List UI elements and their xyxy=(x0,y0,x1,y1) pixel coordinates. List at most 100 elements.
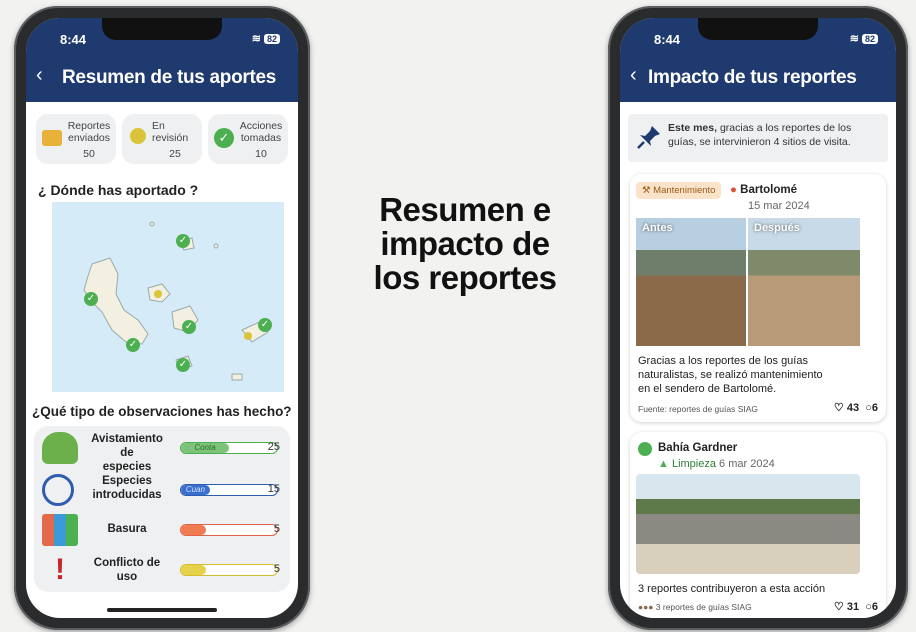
check-marker-icon[interactable]: ✓ xyxy=(258,318,272,332)
obs-bar xyxy=(180,524,278,536)
stats-row: Reportes enviados 50 En revisión 25 ✓ Acci… xyxy=(36,114,288,164)
back-icon[interactable]: ‹ xyxy=(36,64,43,87)
obs-bar: Conta xyxy=(180,442,278,454)
right-screen: 8:44 ≋ 82 ‹ Impacto de tus reportes Este … xyxy=(620,18,896,618)
observations-panel: Avistamiento de especies Conta 25 Especie… xyxy=(34,426,290,592)
reactions: ♡ 31 ○6 xyxy=(834,600,878,613)
obs-count: 25 xyxy=(267,441,280,453)
stat-review: En revisión 25 xyxy=(122,114,202,164)
location-label: Bartolomé xyxy=(740,184,798,196)
comment-icon[interactable]: ○ xyxy=(865,402,872,414)
obs-row[interactable]: Avistamiento de especies Conta 25 xyxy=(34,428,290,473)
where-title: ¿ Dónde has aportado ? xyxy=(38,182,199,198)
obs-row[interactable]: ! Conflicto de uso 5 xyxy=(34,550,290,590)
species-cycle-icon xyxy=(42,474,74,506)
headline-line: impacto de xyxy=(380,225,550,262)
notch xyxy=(102,18,222,40)
notch xyxy=(698,18,818,40)
comment-count: 6 xyxy=(871,402,878,414)
status-time: 8:44 xyxy=(60,32,87,47)
left-phone: 8:44 ≋ 82 ‹ Resumen de tus aportes Report… xyxy=(14,6,310,630)
wifi-icon: ≋ xyxy=(251,33,261,45)
check-marker-icon[interactable]: ✓ xyxy=(126,338,140,352)
source-text: Fuente: reportes de guías SIAG xyxy=(638,404,759,414)
page-title: Resumen de tus aportes xyxy=(62,67,277,88)
comment-icon[interactable]: ○ xyxy=(865,601,872,613)
obs-bar-fill xyxy=(181,525,206,535)
category-chip[interactable]: ⚒ Mantenimiento xyxy=(636,182,722,199)
status-icons: ≋ 82 xyxy=(850,32,878,45)
stat-reports: Reportes enviados 50 xyxy=(36,114,116,164)
headline-line: Resumen e xyxy=(379,191,551,228)
card-text-line: naturalistas, se realizó mantenimiento xyxy=(638,369,823,381)
back-icon[interactable]: ‹ xyxy=(630,64,637,87)
before-photo[interactable]: Antes xyxy=(636,218,746,346)
wifi-icon: ≋ xyxy=(849,33,859,45)
check-marker-icon[interactable]: ✓ xyxy=(176,358,190,372)
obs-bar-fill xyxy=(181,565,206,575)
headline-line: los reportes xyxy=(373,259,557,296)
stat-label: enviados xyxy=(67,132,111,144)
heart-icon[interactable]: ♡ xyxy=(834,402,844,414)
obs-row[interactable]: Basura 5 xyxy=(34,510,290,550)
impact-card[interactable]: Bahía Gardner ▲ Limpieza 6 mar 2024 3 re… xyxy=(630,432,886,618)
briefcase-icon xyxy=(42,130,62,146)
impact-card[interactable]: ⚒ Mantenimiento ● Bartolomé 15 mar 2024 … xyxy=(630,174,886,422)
stat-value: 50 xyxy=(83,148,95,160)
islands-map[interactable]: ✓ ✓ ✓ ✓ ✓ ✓ xyxy=(52,202,284,392)
card-date: 6 mar 2024 xyxy=(719,458,775,470)
like-count: 43 xyxy=(846,402,860,414)
leaf-icon xyxy=(638,442,652,456)
stat-label: En xyxy=(152,120,165,132)
stat-label: revisión xyxy=(152,132,189,144)
location-name: ● Bartolomé xyxy=(730,184,797,196)
obs-bar-fill: Cuan xyxy=(181,485,210,495)
note-text: gracias a los reportes de los xyxy=(717,122,852,134)
avatar-group-icon: ●●● xyxy=(638,602,654,612)
status-icons: ≋ 82 xyxy=(252,32,280,45)
obs-bar: Cuan xyxy=(180,484,278,496)
observations-title: ¿Qué tipo de observaciones has hecho? xyxy=(32,404,292,419)
left-screen: 8:44 ≋ 82 ‹ Resumen de tus aportes Report… xyxy=(26,18,298,618)
after-photo[interactable]: Después xyxy=(748,218,860,346)
stat-label: Acciones xyxy=(239,120,283,132)
check-marker-icon[interactable]: ✓ xyxy=(182,320,196,334)
card-text-line: Gracias a los reportes de los guías xyxy=(638,355,808,367)
obs-count: 5 xyxy=(273,563,280,575)
cleanup-photo[interactable] xyxy=(636,474,860,574)
trash-bins-icon xyxy=(42,514,78,546)
warning-icon: ! xyxy=(55,553,65,586)
right-phone: 8:44 ≋ 82 ‹ Impacto de tus reportes Este … xyxy=(608,6,908,630)
pushpin-icon xyxy=(636,124,662,150)
obs-label: Conflicto de xyxy=(93,557,161,569)
monthly-note: Este mes, gracias a los reportes de los g… xyxy=(628,114,888,162)
check-marker-icon[interactable]: ✓ xyxy=(84,292,98,306)
card-text-line: en el sendero de Bartolomé. xyxy=(638,383,777,395)
heart-icon[interactable]: ♡ xyxy=(834,601,844,613)
status-time: 8:44 xyxy=(654,32,681,47)
after-label: Después xyxy=(754,222,800,234)
check-marker-icon[interactable]: ✓ xyxy=(176,234,190,248)
note-text: guías, se intervinieron 4 sitios de visi… xyxy=(668,136,851,148)
headline: Resumen e impacto de los reportes xyxy=(350,193,580,295)
stat-value: 25 xyxy=(169,148,181,160)
page-title: Impacto de tus reportes xyxy=(648,67,857,88)
card-meta: ▲ Limpieza 6 mar 2024 xyxy=(658,458,775,470)
card-text: 3 reportes contribuyeron a esta acción xyxy=(638,583,826,595)
stat-label: Reportes xyxy=(67,120,111,132)
obs-label: Especies xyxy=(102,475,152,487)
battery-icon: 82 xyxy=(861,34,878,44)
source-text: ●●● 3 reportes de guías SIAG xyxy=(638,602,752,612)
obs-label: introducidas xyxy=(92,489,162,501)
check-circle-icon: ✓ xyxy=(214,128,234,148)
note-bold: Este mes, xyxy=(668,122,718,134)
broom-icon: ▲ xyxy=(658,458,669,470)
obs-label: Avistamiento de xyxy=(91,433,163,459)
app-bar: ‹ Resumen de tus aportes xyxy=(26,52,298,102)
stat-actions: ✓ Acciones tomadas 10 xyxy=(208,114,288,164)
reactions: ♡ 43 ○6 xyxy=(834,401,878,414)
home-indicator[interactable] xyxy=(107,608,217,612)
card-date: 15 mar 2024 xyxy=(748,200,810,212)
source-label: 3 reportes de guías SIAG xyxy=(655,602,752,612)
obs-row[interactable]: Especies introducidas Cuan 15 xyxy=(34,470,290,510)
